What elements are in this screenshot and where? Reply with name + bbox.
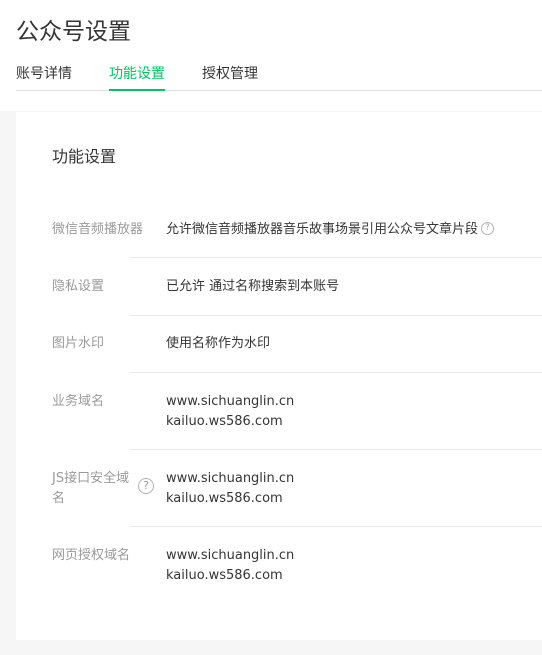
question-circle-icon[interactable]: ? [481,222,495,235]
setting-row-wechat-player: 微信音频播放器 允许微信音频播放器音乐故事场景引用公众号文章片段? [52,220,542,240]
domain-item: www.sichuanglin.cn [166,394,295,409]
setting-value-text: 允许微信音频播放器音乐故事场景引用公众号文章片段 [166,222,479,237]
page-header: 公众号设置 账号详情 功能设置 授权管理 [0,0,542,111]
domain-list: www.sichuanglin.cn kailuo.ws586.com [166,469,294,509]
settings-panel: 功能设置 微信音频播放器 允许微信音频播放器音乐故事场景引用公众号文章片段? 隐… [16,112,542,640]
row-divider [130,449,542,450]
setting-row-oauth-domain: 网页授权域名 www.sichuanglin.cn kailuo.ws586.c… [52,546,542,586]
domain-item: kailuo.ws586.com [166,414,283,429]
question-circle-icon[interactable]: ? [138,478,154,494]
domain-item: www.sichuanglin.cn [166,471,295,486]
setting-value: 使用名称作为水印 [166,336,271,351]
domain-item: kailuo.ws586.com [166,568,283,583]
tab-authorization-management[interactable]: 授权管理 [202,64,258,84]
page-title: 公众号设置 [16,19,131,45]
setting-row-js-domain: JS接口安全域名 ? www.sichuanglin.cn kailuo.ws5… [52,469,542,509]
setting-label: 微信音频播放器 [52,222,144,237]
domain-item: kailuo.ws586.com [166,491,283,506]
setting-label: JS接口安全域名 [52,471,130,506]
tab-account-details[interactable]: 账号详情 [16,64,72,84]
domain-list: www.sichuanglin.cn kailuo.ws586.com [166,392,294,432]
setting-label: 网页授权域名 [52,548,131,563]
row-divider [130,257,542,258]
setting-label: 图片水印 [52,336,105,351]
row-divider [130,526,542,527]
setting-label: 隐私设置 [52,279,105,294]
setting-value: 已允许 通过名称搜索到本账号 [166,279,340,294]
domain-item: www.sichuanglin.cn [166,548,295,563]
row-divider [130,315,542,316]
setting-value: 允许微信音频播放器音乐故事场景引用公众号文章片段? [166,220,495,240]
section-title: 功能设置 [52,147,117,166]
tab-feature-settings[interactable]: 功能设置 [109,64,165,91]
domain-list: www.sichuanglin.cn kailuo.ws586.com [166,546,294,586]
setting-row-watermark: 图片水印 使用名称作为水印 [52,334,542,354]
setting-row-business-domain: 业务域名 www.sichuanglin.cn kailuo.ws586.com [52,392,542,432]
row-divider [130,372,542,373]
tab-bar: 账号详情 功能设置 授权管理 [16,64,542,91]
setting-row-privacy: 隐私设置 已允许 通过名称搜索到本账号 [52,277,542,297]
setting-label: 业务域名 [52,394,105,409]
